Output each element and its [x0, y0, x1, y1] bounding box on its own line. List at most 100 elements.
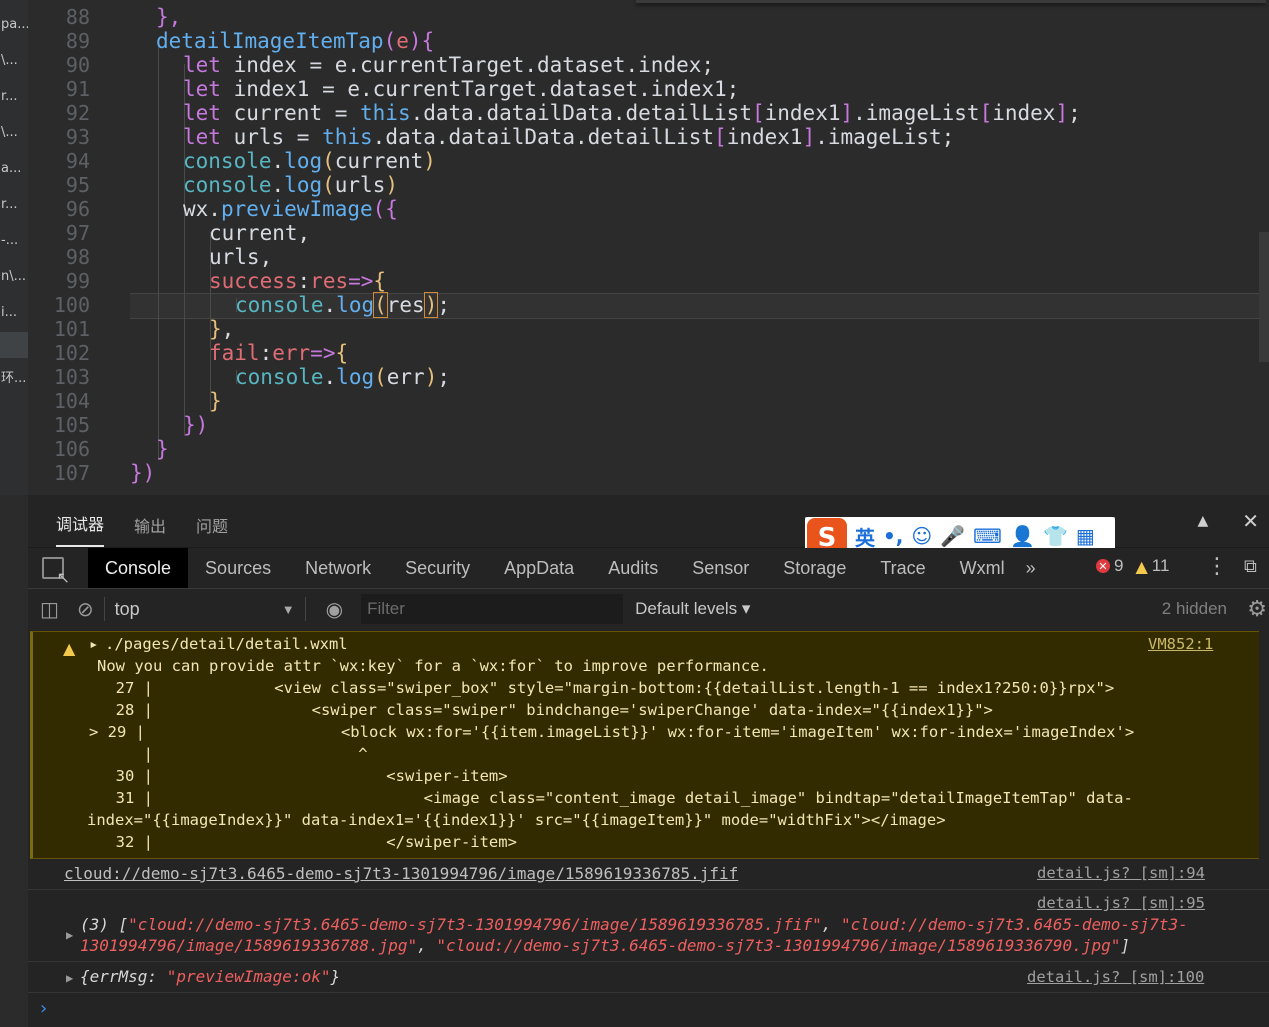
sidebar-toggle-icon[interactable]: ◫ — [40, 597, 59, 621]
source-link[interactable]: detail.js? [sm]:100 — [1027, 968, 1204, 986]
hidden-messages-count: 2 hidden — [1161, 599, 1227, 618]
code-line: let index1 = e.currentTarget.dataset.ind… — [183, 77, 740, 101]
filter-input[interactable] — [361, 594, 624, 624]
line-number: 102 — [53, 341, 90, 365]
file-tree-item[interactable]: -... — [0, 222, 28, 258]
tab-network[interactable]: Network — [288, 548, 388, 588]
code-line: } — [209, 389, 222, 413]
source-link[interactable]: VM852:1 — [1148, 635, 1213, 653]
more-tabs-icon[interactable]: » — [1022, 548, 1040, 588]
object-value: "previewImage:ok" — [166, 967, 331, 986]
inspect-element-icon[interactable] — [42, 557, 70, 587]
file-tree-item[interactable]: r... — [0, 186, 28, 222]
line-number: 90 — [65, 53, 90, 77]
emoji-icon[interactable]: ☺ — [911, 524, 932, 548]
object-close: } — [330, 967, 341, 986]
file-tree-item[interactable]: i... — [0, 294, 28, 330]
line-number: 93 — [65, 125, 90, 149]
file-tree-item[interactable]: 环... — [0, 358, 28, 394]
file-tree-item[interactable]: pa... — [0, 6, 28, 42]
tab-sources[interactable]: Sources — [188, 548, 288, 588]
tab-output[interactable]: 输出 — [134, 513, 166, 547]
code-line: console.log(urls) — [183, 173, 398, 197]
file-tree-item[interactable]: r... — [0, 78, 28, 114]
file-tree-item[interactable]: \... — [0, 42, 28, 78]
code-line: current, — [209, 221, 311, 245]
warning-file: ./pages/detail/detail.wxml — [105, 635, 348, 653]
tab-security[interactable]: Security — [388, 548, 487, 588]
warning-code-line: > 29 | <block wx:for='{{item.imageList}}… — [89, 723, 1135, 741]
code-line: detailImageItemTap(e){ — [156, 29, 435, 53]
editor-scrollbar[interactable] — [1259, 232, 1269, 362]
tab-debugger[interactable]: 调试器 — [56, 511, 105, 547]
close-icon[interactable]: ✕ — [1242, 509, 1259, 533]
settings-gear-icon[interactable]: ⚙ — [1247, 597, 1267, 622]
user-icon[interactable]: 👤 — [1010, 524, 1035, 548]
array-close: ] — [1120, 936, 1130, 955]
line-number: 88 — [65, 5, 90, 29]
console-toolbar: ◫ ⊘ top ▼ ◉ Default levels ▾ 2 hidden ⚙ — [28, 589, 1269, 630]
tab-audits[interactable]: Audits — [591, 548, 675, 588]
file-tree-item-selected[interactable] — [0, 332, 28, 358]
code-line: console.log(current) — [183, 149, 436, 173]
warning-icon: ▲ — [1135, 556, 1148, 576]
warning-code-line: 28 | <swiper class="swiper" bindchange='… — [97, 701, 993, 719]
undock-icon[interactable]: ⧉ — [1244, 556, 1257, 577]
language-toggle[interactable]: 英 — [855, 522, 875, 551]
warning-code-line: 31 | <image class="content_image detail_… — [97, 789, 1133, 807]
code-line: }) — [183, 413, 209, 437]
separator: , — [417, 936, 437, 955]
line-number: 101 — [53, 317, 90, 341]
file-tree-item[interactable]: a... — [0, 150, 28, 186]
log-message[interactable]: cloud://demo-sj7t3.6465-demo-sj7t3-13019… — [64, 864, 738, 883]
microphone-icon[interactable]: 🎤 — [940, 524, 965, 548]
line-number: 104 — [53, 389, 90, 413]
tab-sensor[interactable]: Sensor — [675, 548, 766, 588]
issue-counter[interactable]: ✕ 9 ▲ 11 — [1096, 556, 1169, 576]
overlay-panel-edge — [636, 0, 1266, 3]
tab-problems[interactable]: 问题 — [196, 513, 228, 547]
warning-code-line: 30 | <swiper-item> — [97, 767, 508, 785]
warning-code-line: 27 | <view class="swiper_box" style="mar… — [97, 679, 1115, 697]
code-editor[interactable]: 88 89 90 91 92 93 94 95 96 97 98 99 100 … — [28, 0, 1269, 495]
tab-trace[interactable]: Trace — [863, 548, 942, 588]
panel-window-controls: ▲ ✕ — [1173, 509, 1269, 533]
punctuation-icon[interactable]: •, — [883, 524, 903, 548]
line-number: 92 — [65, 101, 90, 125]
dropdown-arrow-icon: ▼ — [281, 601, 295, 617]
array-count: (3) [ — [80, 915, 129, 934]
line-number: 99 — [65, 269, 90, 293]
collapse-icon[interactable]: ▲ — [1197, 513, 1208, 529]
code-line: let current = this.data.datailData.detai… — [183, 101, 1081, 125]
clear-console-icon[interactable]: ⊘ — [77, 597, 94, 621]
tab-appdata[interactable]: AppData — [487, 548, 591, 588]
warning-count: 11 — [1151, 556, 1170, 575]
divider — [103, 597, 105, 621]
tab-storage[interactable]: Storage — [766, 548, 863, 588]
console-prompt-icon[interactable]: › — [40, 998, 47, 1019]
line-number: 105 — [53, 413, 90, 437]
more-options-icon[interactable]: ⋮ — [1206, 554, 1228, 579]
file-tree-item[interactable]: \... — [0, 114, 28, 150]
context-selector[interactable]: top ▼ — [115, 599, 295, 620]
object-log[interactable]: {errMsg: "previewImage:ok"} — [80, 967, 340, 986]
source-link[interactable]: detail.js? [sm]:95 — [1037, 894, 1205, 912]
warning-message[interactable]: ▲ ▸ ./pages/detail/detail.wxml VM852:1 N… — [30, 631, 1259, 859]
log-levels-dropdown[interactable]: Default levels ▾ — [635, 599, 750, 619]
expand-arrow-icon[interactable]: ▸ — [89, 633, 98, 655]
source-link[interactable]: detail.js? [sm]:94 — [1037, 864, 1205, 882]
expand-arrow-icon[interactable]: ▶ — [66, 971, 73, 985]
keyboard-icon[interactable]: ⌨ — [973, 524, 1002, 548]
file-tree-item[interactable]: n\... — [0, 258, 28, 294]
tab-wxml[interactable]: Wxml — [943, 548, 1022, 588]
tab-console[interactable]: Console — [88, 548, 189, 588]
skin-icon[interactable]: 👕 — [1043, 524, 1068, 548]
apps-grid-icon[interactable]: ▦ — [1076, 524, 1095, 548]
object-key: {errMsg: — [80, 967, 167, 986]
live-expression-eye-icon[interactable]: ◉ — [326, 597, 343, 621]
warning-code-line: 32 | </swiper-item> — [97, 833, 517, 851]
code-line: urls, — [209, 245, 273, 269]
array-log[interactable]: (3) ["cloud://demo-sj7t3.6465-demo-sj7t3… — [80, 915, 1188, 934]
line-number: 96 — [65, 197, 90, 221]
expand-arrow-icon[interactable]: ▶ — [66, 928, 73, 942]
